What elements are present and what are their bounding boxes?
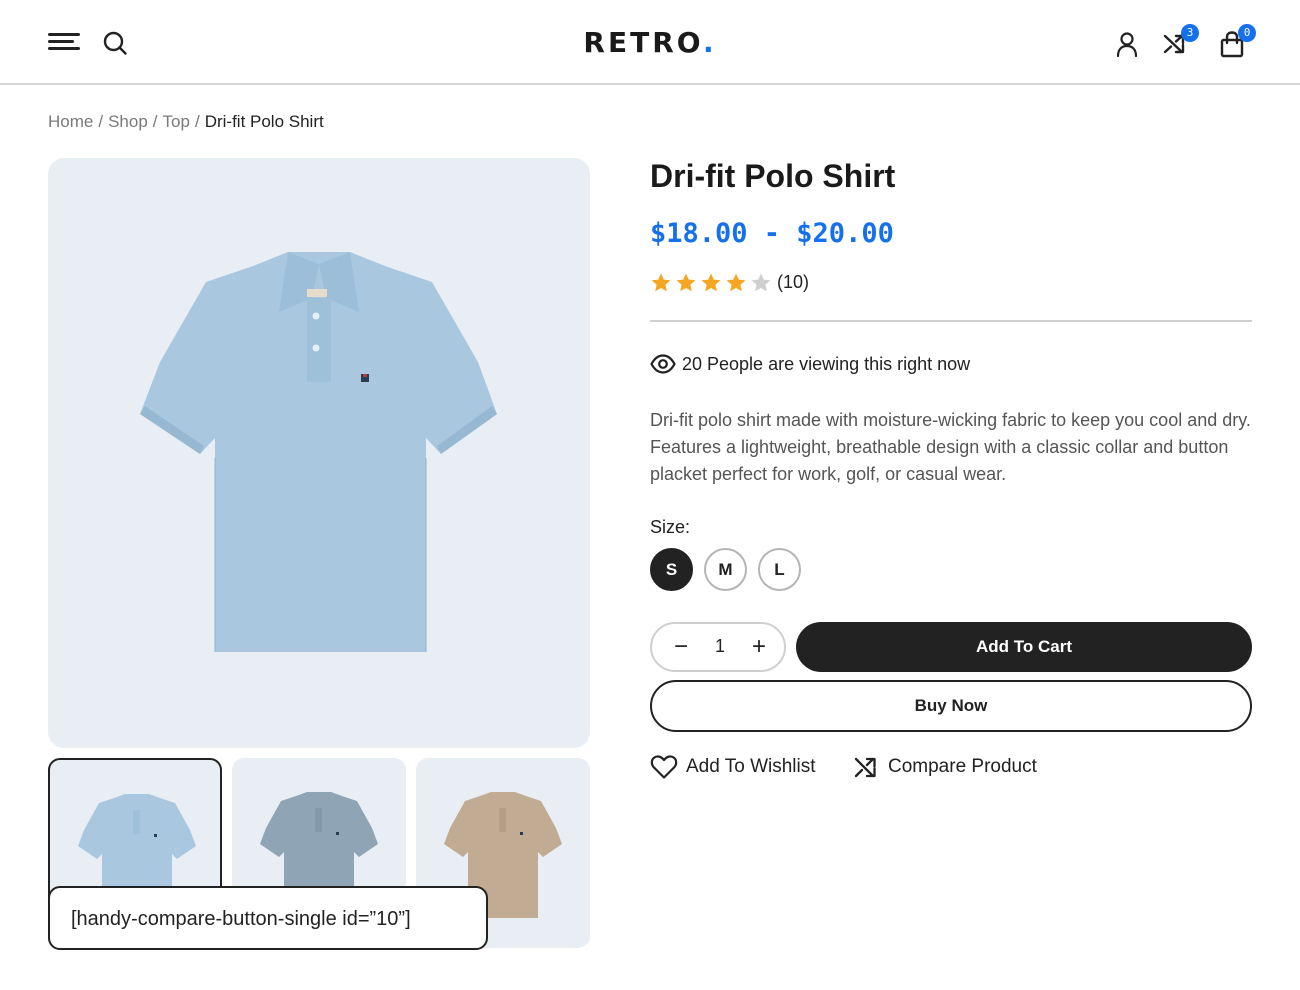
polo-shirt-image [140,252,497,652]
breadcrumb-top[interactable]: Top [163,112,190,131]
rating-stars [650,271,775,292]
product-price: $18.00 - $20.00 [650,218,894,249]
size-option-m[interactable]: M [704,548,747,591]
buy-now-button[interactable]: Buy Now [650,680,1252,732]
product-rating[interactable]: (10) [650,271,809,293]
wishlist-label: Add To Wishlist [686,756,816,777]
add-to-wishlist-button[interactable]: Add To Wishlist [650,754,816,780]
compare-count-badge: 3 [1181,24,1199,42]
viewers-text: 20 People are viewing this right now [682,353,971,374]
size-label: Size: [650,517,691,537]
account-icon[interactable] [1114,30,1142,58]
divider [650,320,1252,322]
compare-label: Compare Product [888,756,1037,777]
site-header: RETRO. 3 0 [0,0,1300,85]
eye-icon [650,354,676,374]
star-empty-icon [751,273,771,292]
product-description: Dri-fit polo shirt made with moisture-wi… [650,410,1251,484]
star-filled-icon [651,273,671,292]
breadcrumb-current: Dri-fit Polo Shirt [204,112,324,131]
quantity-stepper: − 1 + [650,622,786,672]
shortcode-label: [handy-compare-button-single id=”10”] [48,886,488,950]
size-option-l[interactable]: L [758,548,801,591]
breadcrumb-home[interactable]: Home [48,112,93,131]
live-viewers: 20 People are viewing this right now [650,353,970,375]
cart-icon[interactable]: 0 [1219,24,1256,58]
logo-dot: . [702,26,717,59]
cart-count-badge: 0 [1238,24,1256,42]
star-filled-icon [676,273,696,292]
logo-text: RETRO [583,26,703,59]
star-filled-icon [701,273,721,292]
product-main-image[interactable] [48,158,590,748]
compare-icon[interactable]: 3 [1162,24,1199,58]
quantity-input[interactable]: 1 [704,636,736,657]
site-logo[interactable]: RETRO. [0,26,1300,59]
breadcrumb: Home / Shop / Top / Dri-fit Polo Shirt [48,112,324,132]
shuffle-icon [854,757,876,778]
quantity-increase-button[interactable]: + [746,634,772,660]
heart-icon [650,755,678,779]
size-option-s[interactable]: S [650,548,693,591]
star-filled-icon [726,273,746,292]
breadcrumb-shop[interactable]: Shop [108,112,148,131]
compare-product-button[interactable]: Compare Product [852,754,1037,780]
product-title: Dri-fit Polo Shirt [650,158,896,194]
quantity-decrease-button[interactable]: − [668,634,694,660]
add-to-cart-button[interactable]: Add To Cart [796,622,1252,672]
breadcrumb-separator: / [98,112,104,131]
review-count: (10) [777,271,810,292]
breadcrumb-separator: / [152,112,158,131]
breadcrumb-separator: / [194,112,200,131]
